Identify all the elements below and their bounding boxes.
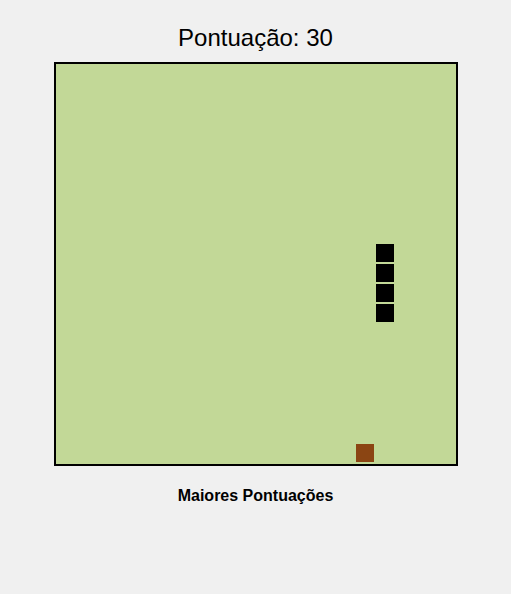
game-board[interactable]: [54, 62, 458, 466]
score-label: Pontuação: 30: [178, 24, 333, 52]
snake-segment: [376, 264, 394, 282]
high-scores-title: Maiores Pontuações: [178, 486, 334, 506]
snake-game: Pontuação: 30 Maiores Pontuações: [0, 0, 511, 570]
snake-segment: [376, 284, 394, 302]
snake-segment: [376, 244, 394, 262]
snake-segment: [376, 304, 394, 322]
food: [356, 444, 374, 462]
